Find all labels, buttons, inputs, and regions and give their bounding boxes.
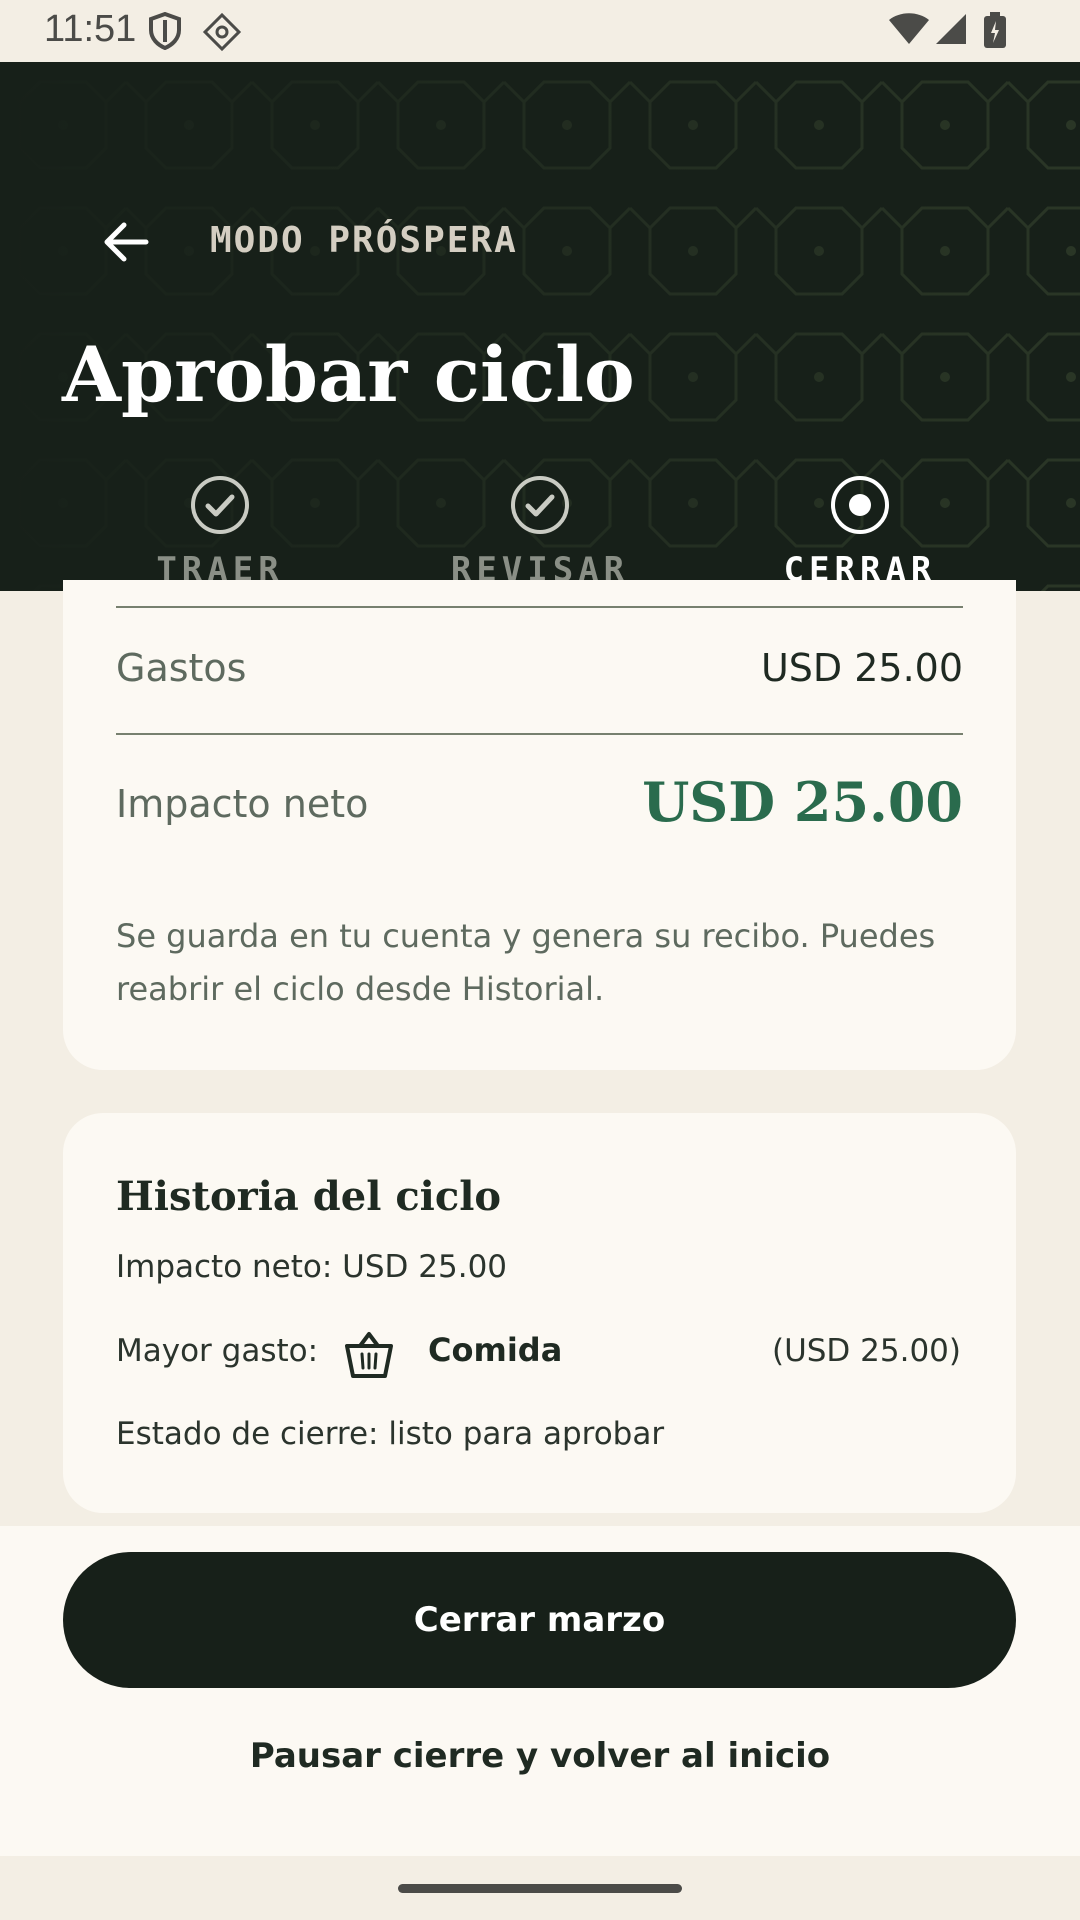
top-expense-label: Mayor gasto: <box>116 1333 319 1369</box>
close-cycle-button[interactable]: Cerrar marzo <box>63 1552 1016 1688</box>
step-cerrar: CERRAR <box>720 474 1000 590</box>
history-title: Historia del ciclo <box>116 1173 502 1220</box>
page-title: Aprobar ciclo <box>62 330 635 419</box>
check-circle-icon <box>511 476 569 534</box>
top-expense-category: Comida <box>428 1331 563 1369</box>
net-impact-label: Impacto neto <box>116 782 369 826</box>
summary-card: Gastos USD 25.00 Impacto neto USD 25.00 … <box>63 580 1016 1070</box>
expenses-value: USD 25.00 <box>760 646 963 690</box>
signal-icon <box>936 14 966 44</box>
gesture-bar[interactable] <box>398 1884 682 1893</box>
step-revisar: REVISAR <box>400 474 680 590</box>
header: MODO PRÓSPERA Aprobar ciclo TRAER REVISA… <box>0 62 1080 591</box>
summary-note: Se guarda en tu cuenta y genera su recib… <box>116 917 936 1008</box>
top-expense-amount: (USD 25.00) <box>771 1333 961 1369</box>
status-bar: 11:51 <box>0 0 1080 62</box>
status-time: 11:51 <box>44 8 137 50</box>
vpn-icon <box>202 12 242 52</box>
divider <box>116 606 963 608</box>
history-card: Historia del ciclo Impacto neto: USD 25.… <box>63 1113 1016 1513</box>
basket-icon <box>345 1332 393 1378</box>
wifi-icon <box>889 13 929 44</box>
check-circle-icon <box>191 476 249 534</box>
bottom-actions: Cerrar marzo Pausar cierre y volver al i… <box>0 1526 1080 1856</box>
net-impact-line: Impacto neto: USD 25.00 <box>116 1249 508 1285</box>
expenses-label: Gastos <box>116 646 247 690</box>
divider <box>116 733 963 735</box>
pause-close-button[interactable]: Pausar cierre y volver al inicio <box>0 1736 1080 1776</box>
radio-active-icon <box>831 476 889 534</box>
eyebrow-label: MODO PRÓSPERA <box>210 220 518 261</box>
shield-icon <box>149 12 181 50</box>
arrow-left-icon[interactable] <box>96 212 156 272</box>
closing-status-line: Estado de cierre: listo para aprobar <box>116 1416 665 1452</box>
battery-icon <box>984 12 1006 48</box>
step-traer: TRAER <box>80 474 360 590</box>
net-impact-value: USD 25.00 <box>642 770 963 834</box>
